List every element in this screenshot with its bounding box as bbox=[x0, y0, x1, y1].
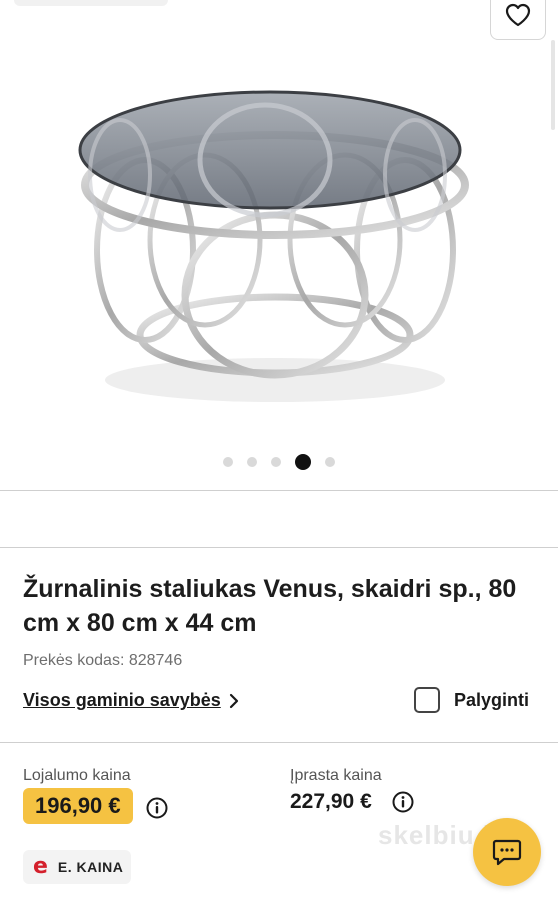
info-icon[interactable] bbox=[392, 791, 414, 813]
scrollbar[interactable] bbox=[551, 40, 555, 130]
pagination-dot[interactable] bbox=[223, 457, 233, 467]
loyalty-price-label: Lojalumo kaina bbox=[23, 767, 131, 784]
all-features-link[interactable]: Visos gaminio savybės bbox=[23, 690, 239, 711]
e-kaina-logo: e bbox=[33, 854, 48, 879]
pagination-dot-active[interactable] bbox=[295, 454, 311, 470]
heart-icon bbox=[505, 3, 531, 27]
chevron-right-icon bbox=[229, 693, 238, 708]
top-chip bbox=[14, 0, 168, 6]
product-code: Prekės kodas: 828746 bbox=[23, 652, 183, 669]
regular-price-label: Įprasta kaina bbox=[290, 767, 382, 784]
gallery-pagination bbox=[0, 454, 558, 470]
product-image[interactable] bbox=[60, 80, 490, 410]
chat-button[interactable] bbox=[473, 818, 541, 886]
divider bbox=[0, 490, 558, 491]
divider bbox=[0, 742, 558, 743]
favorite-button[interactable] bbox=[490, 0, 546, 40]
divider bbox=[0, 547, 558, 548]
e-kaina-badge[interactable]: e E. KAINA bbox=[23, 850, 131, 884]
product-gallery[interactable] bbox=[0, 0, 558, 490]
compare-toggle[interactable]: Palyginti bbox=[414, 687, 529, 713]
all-features-label: Visos gaminio savybės bbox=[23, 690, 221, 710]
regular-price: 227,90 € bbox=[290, 790, 372, 813]
pagination-dot[interactable] bbox=[325, 457, 335, 467]
info-icon[interactable] bbox=[146, 797, 168, 819]
compare-label: Palyginti bbox=[454, 689, 530, 710]
loyalty-price: 196,90 € bbox=[23, 788, 133, 824]
pagination-dot[interactable] bbox=[271, 457, 281, 467]
e-kaina-label: E. KAINA bbox=[57, 859, 124, 875]
compare-checkbox[interactable] bbox=[414, 687, 440, 713]
chat-icon bbox=[492, 839, 522, 866]
pagination-dot[interactable] bbox=[247, 457, 257, 467]
product-title: Žurnalinis staliukas Venus, skaidri sp.,… bbox=[23, 575, 517, 637]
